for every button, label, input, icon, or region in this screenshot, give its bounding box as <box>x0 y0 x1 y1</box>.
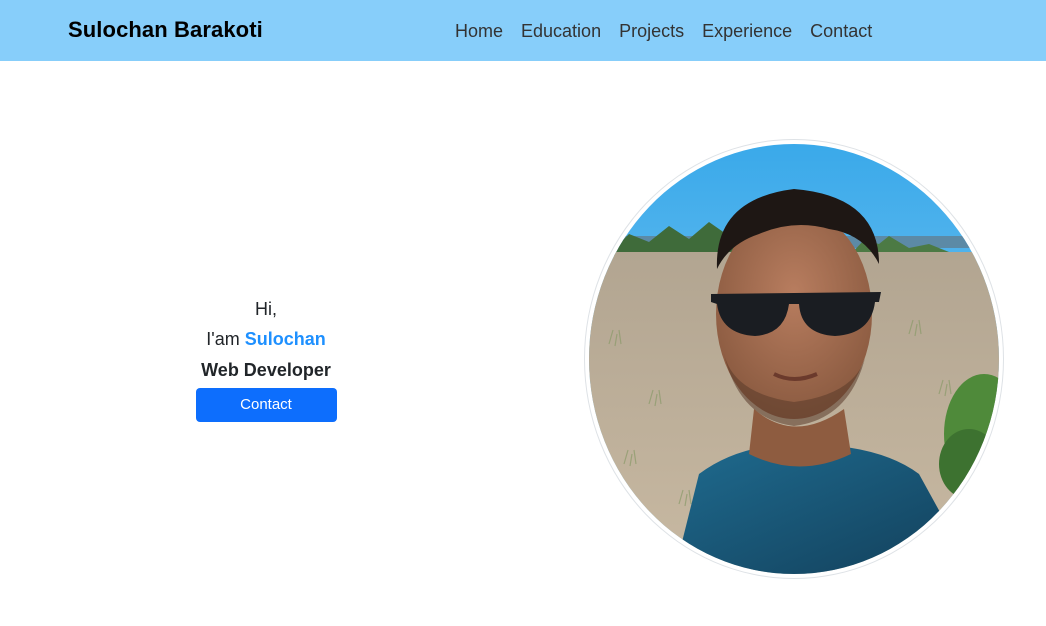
profile-photo <box>589 144 999 574</box>
nav-link-home[interactable]: Home <box>455 19 503 43</box>
nav-links: Home Education Projects Experience Conta… <box>455 19 872 43</box>
brand-logo-text[interactable]: Sulochan Barakoti <box>68 16 263 44</box>
greeting-text: Hi, <box>255 299 277 319</box>
hero-intro: Hi, I'am Sulochan Web Developer Contact <box>166 296 366 422</box>
nav-link-projects[interactable]: Projects <box>619 19 684 43</box>
nav-link-experience[interactable]: Experience <box>702 19 792 43</box>
nav-link-contact[interactable]: Contact <box>810 19 872 43</box>
intro-line: I'am Sulochan <box>166 326 366 357</box>
intro-prefix: I'am <box>206 329 240 349</box>
highlight-name: Sulochan <box>244 329 326 349</box>
contact-button[interactable]: Contact <box>195 388 337 422</box>
role-title: Web Developer <box>201 360 331 380</box>
navbar: Sulochan Barakoti Home Education Project… <box>0 0 1046 61</box>
nav-link-education[interactable]: Education <box>521 19 601 43</box>
profile-photo-frame <box>584 139 1004 579</box>
